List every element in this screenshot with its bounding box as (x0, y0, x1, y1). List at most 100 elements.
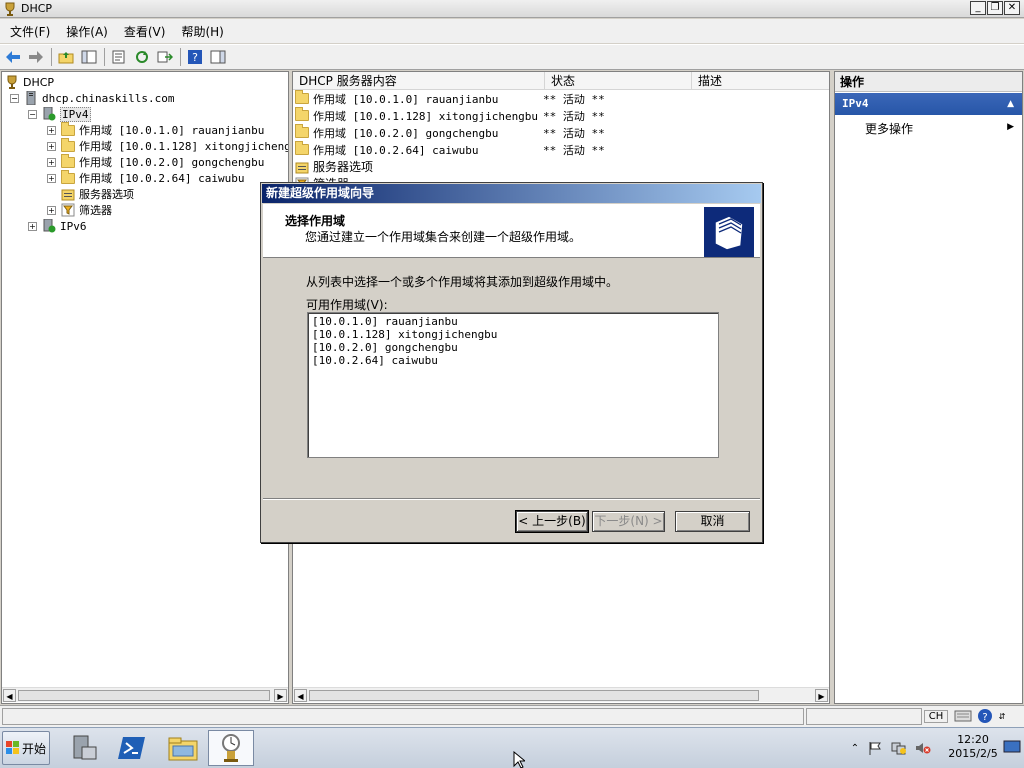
dialog-instruction: 从列表中选择一个或多个作用域将其添加到超级作用域中。 (306, 275, 619, 289)
input-language-indicator[interactable]: CH (924, 709, 948, 723)
list-row-scope[interactable]: 作用域 [10.0.2.64] caiwubu ** 活动 ** (295, 141, 605, 158)
tree-item-dhcp-root[interactable]: DHCP (5, 74, 54, 90)
row-name: 服务器选项 (313, 160, 374, 174)
menu-action[interactable]: 操作(A) (60, 23, 114, 40)
toolbar: ? (0, 44, 1024, 70)
expand-icon[interactable]: + (47, 173, 56, 183)
expand-icon[interactable]: + (28, 221, 37, 231)
ipv6-server-icon (42, 219, 56, 233)
tree-item-filters[interactable]: + 筛选器 (47, 202, 112, 218)
expand-icon[interactable]: + (47, 157, 56, 167)
tree-item-server-options[interactable]: 服务器选项 (61, 186, 134, 202)
tree-label: 作用域 [10.0.1.0] rauanjianbu (79, 124, 265, 137)
properties-icon[interactable] (108, 47, 130, 67)
scroll-left-arrow-icon[interactable]: ◀ (3, 689, 16, 702)
back-arrow-icon[interactable] (2, 47, 24, 67)
collapse-up-icon[interactable]: ▲ (1007, 93, 1014, 115)
row-status: ** 活动 ** (543, 92, 605, 106)
wizard-folders-icon (704, 207, 754, 257)
tree-item-scope[interactable]: + 作用域 [10.0.1.0] rauanjianbu (47, 121, 265, 138)
scroll-right-arrow-icon[interactable]: ▶ (274, 689, 287, 702)
actions-section-ipv4[interactable]: IPv4 ▲ (835, 93, 1022, 115)
start-button[interactable]: 开始 (2, 731, 50, 765)
svg-text:?: ? (982, 712, 987, 723)
new-superscope-wizard-dialog: 新建超级作用域向导 选择作用域 您通过建立一个作用域集合来创建一个超级作用域。 … (260, 182, 763, 543)
tree-label: 筛选器 (79, 204, 112, 217)
dialog-header-subtitle: 您通过建立一个作用域集合来创建一个超级作用域。 (305, 230, 582, 244)
more-actions-item[interactable]: 更多操作 (865, 120, 913, 137)
tree-item-ipv6[interactable]: + IPv6 (28, 218, 87, 234)
folder-icon (295, 124, 309, 140)
column-header-contents[interactable]: DHCP 服务器内容 (293, 72, 545, 89)
restore-button[interactable]: ❐ (987, 1, 1003, 15)
explorer-taskbar-icon[interactable] (160, 730, 206, 766)
list-horizontal-scrollbar[interactable]: ◀ ▶ (293, 687, 829, 702)
network-icon[interactable] (887, 741, 911, 755)
available-scopes-listbox[interactable]: [10.0.1.0] rauanjianbu [10.0.1.128] xito… (307, 312, 719, 458)
list-row-scope[interactable]: 作用域 [10.0.2.0] gongchengbu ** 活动 ** (295, 124, 605, 141)
scroll-thumb[interactable] (18, 690, 270, 701)
toolbar-separator (180, 48, 181, 66)
server-manager-taskbar-icon[interactable] (60, 730, 106, 766)
collapse-icon[interactable]: − (28, 109, 37, 119)
scroll-left-arrow-icon[interactable]: ◀ (294, 689, 307, 702)
tree-item-ipv4[interactable]: − IPv4 (28, 106, 91, 122)
svg-text:?: ? (192, 51, 198, 64)
tray-clock[interactable]: 12:20 2015/2/5 (948, 733, 998, 761)
show-action-pane-icon[interactable] (207, 47, 229, 67)
listbox-item[interactable]: [10.0.2.0] gongchengbu (312, 341, 714, 354)
list-row-server-options[interactable]: 服务器选项 (295, 158, 543, 175)
volume-muted-icon[interactable] (911, 741, 935, 755)
tree-item-scope[interactable]: + 作用域 [10.0.1.128] xitongjichengb (47, 137, 288, 154)
action-center-flag-icon[interactable] (863, 741, 887, 755)
listbox-item[interactable]: [10.0.1.0] rauanjianbu (312, 315, 714, 328)
menu-view[interactable]: 查看(V) (118, 23, 172, 40)
show-hide-tree-icon[interactable] (78, 47, 100, 67)
list-row-scope[interactable]: 作用域 [10.0.1.0] rauanjianbu ** 活动 ** (295, 90, 605, 107)
tree-item-scope[interactable]: + 作用域 [10.0.2.64] caiwubu (47, 169, 244, 186)
keyboard-icon[interactable] (952, 710, 974, 722)
forward-arrow-icon[interactable] (25, 47, 47, 67)
export-list-icon[interactable] (154, 47, 176, 67)
menu-file[interactable]: 文件(F) (4, 23, 56, 40)
expand-icon[interactable]: + (47, 141, 56, 151)
menu-help[interactable]: 帮助(H) (175, 23, 229, 40)
expand-icon[interactable]: + (47, 205, 56, 215)
column-header-status[interactable]: 状态 (545, 72, 692, 89)
cancel-button[interactable]: 取消 (675, 511, 750, 532)
show-hidden-icons-icon[interactable]: ⌃ (847, 743, 863, 754)
available-scopes-label: 可用作用域(V): (306, 298, 388, 312)
up-folder-icon[interactable] (55, 47, 77, 67)
status-bar (0, 705, 1024, 727)
tree-item-scope[interactable]: + 作用域 [10.0.2.0] gongchengbu (47, 153, 264, 170)
scroll-thumb[interactable] (309, 690, 759, 701)
collapse-icon[interactable]: − (10, 93, 19, 103)
clock-time: 12:20 (957, 733, 989, 746)
show-desktop-icon[interactable] (1003, 738, 1021, 756)
close-button[interactable]: ✕ (1004, 1, 1020, 15)
powershell-taskbar-icon[interactable] (110, 730, 156, 766)
back-button[interactable]: < 上一步(B) (515, 510, 589, 533)
list-row-scope[interactable]: 作用域 [10.0.1.128] xitongjichengbu ** 活动 *… (295, 107, 605, 124)
server-icon (24, 91, 38, 105)
listbox-item[interactable]: [10.0.1.128] xitongjichengbu (312, 328, 714, 341)
help-icon[interactable]: ? (184, 47, 206, 67)
column-header-description[interactable]: 描述 (692, 72, 829, 89)
tree-label: IPv4 (60, 106, 91, 122)
next-button[interactable]: 下一步(N) > (592, 511, 665, 532)
scroll-right-arrow-icon[interactable]: ▶ (815, 689, 828, 702)
dhcp-taskbar-icon[interactable] (208, 730, 254, 766)
language-bar-options-icon[interactable]: ⇵ (996, 712, 1008, 721)
minimize-button[interactable]: _ (970, 1, 986, 15)
refresh-icon[interactable] (131, 47, 153, 67)
tree-label: IPv6 (60, 219, 87, 233)
listbox-item[interactable]: [10.0.2.64] caiwubu (312, 354, 714, 367)
help-circle-icon[interactable]: ? (974, 708, 996, 724)
folder-icon (295, 141, 309, 157)
tree-item-server[interactable]: − dhcp.chinaskills.com (10, 90, 174, 106)
dialog-header: 选择作用域 您通过建立一个作用域集合来创建一个超级作用域。 (263, 204, 760, 258)
mouse-cursor-icon (513, 750, 527, 768)
expand-icon[interactable]: + (47, 125, 56, 135)
tree-horizontal-scrollbar[interactable]: ◀ ▶ (2, 687, 288, 702)
filter-icon (61, 203, 75, 217)
